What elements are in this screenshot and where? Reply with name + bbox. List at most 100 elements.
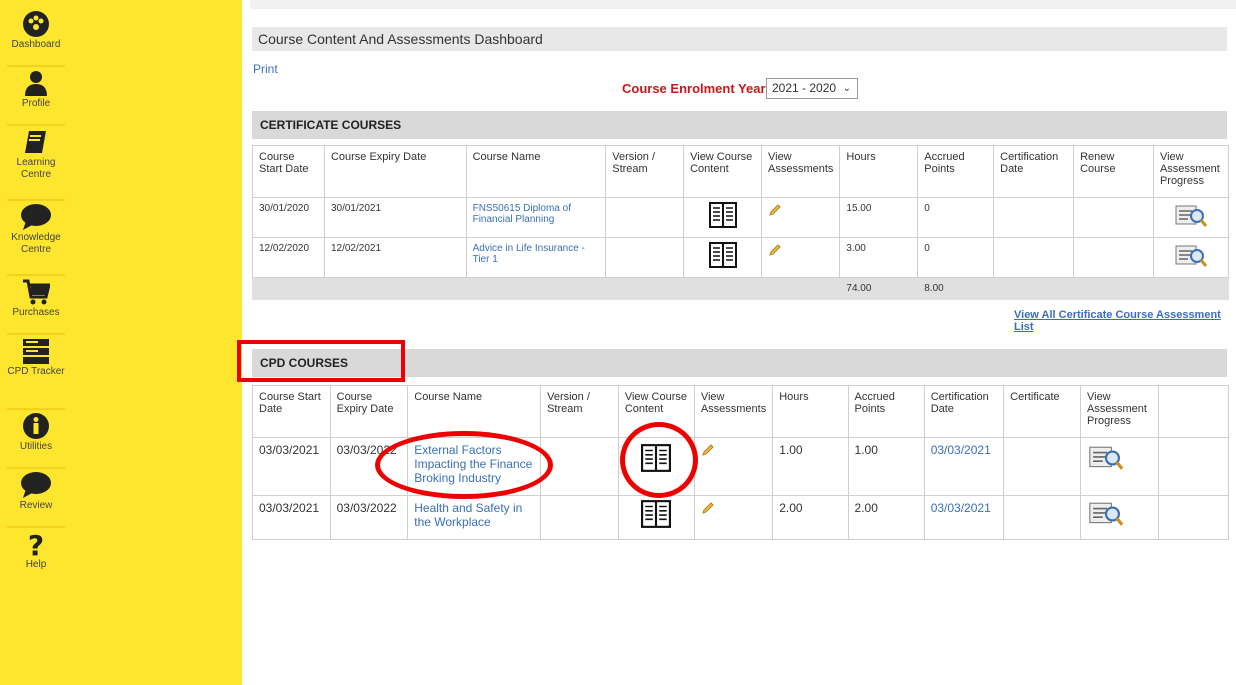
column-header: Certificate [1003,385,1081,438]
nav-help[interactable]: ? Help [7,528,65,585]
pencil-icon[interactable] [768,203,782,217]
accrued-points: 2.00 [847,495,925,540]
certificate-courses-header: CERTIFICATE COURSES [252,111,1227,139]
start-date: 03/03/2021 [252,495,331,540]
sidebar: Dashboard Profile Learning Centre Knowle… [0,0,242,685]
tracker-icon [23,339,49,364]
nav-profile[interactable]: Profile [7,67,65,126]
accrued-points: 0 [917,197,995,238]
certificate-courses-table: Course Start Date Course Expiry Date Cou… [252,145,1230,300]
certificate [1003,437,1081,496]
pencil-icon[interactable] [701,501,715,515]
column-header: Accrued Points [917,145,995,198]
version-stream [605,237,685,278]
nav-label: Purchases [12,307,60,318]
assessment-progress-icon[interactable] [1174,203,1208,229]
column-header: Course Name [407,385,542,438]
column-header: View Assessments [693,385,774,438]
totals-row: 74.00 8.00 [252,277,1230,300]
help-icon: ? [28,530,44,558]
book-icon[interactable] [708,242,737,268]
nav-label: Knowledge Centre [11,232,61,255]
certification-date [993,237,1075,278]
hours: 1.00 [772,437,849,496]
nav-label: Utilities [19,441,53,452]
course-name-link[interactable]: FNS50615 Diploma of Financial Planning [473,203,571,225]
assessment-progress-icon[interactable] [1174,243,1208,269]
certification-date [993,197,1075,238]
print-link[interactable]: Print [253,62,278,76]
column-header: View Assessment Progress [1152,145,1230,198]
column-header: Course Expiry Date [329,385,409,438]
chat-bubble-icon [21,204,51,230]
renew-course [1073,197,1154,238]
nav-purchases[interactable]: Purchases [7,276,65,335]
accrued-points: 1.00 [847,437,925,496]
column-header-empty [1157,385,1230,438]
nav-dashboard[interactable]: Dashboard [7,8,65,67]
pencil-icon[interactable] [768,243,782,257]
column-header: View Assessment Progress [1079,385,1159,438]
enrolment-year-select[interactable]: 2021 - 2020 ⌄ [766,78,858,99]
course-name-link[interactable]: Health and Safety in the Workplace [414,501,522,529]
side-nav: Dashboard Profile Learning Centre Knowle… [7,8,65,585]
column-header: Accrued Points [847,385,925,438]
cart-icon [23,279,50,305]
version-stream [605,197,685,238]
column-header: Hours [772,385,849,438]
table-row: 30/01/2020 30/01/2021 FNS50615 Diploma o… [252,197,1230,238]
nav-review[interactable]: Review [7,469,65,528]
expiry-date: 12/02/2021 [323,237,467,278]
dashboard-icon [23,11,49,37]
accrued-points: 0 [917,237,995,278]
pencil-icon[interactable] [701,443,715,457]
certification-date-link[interactable]: 03/03/2021 [931,443,991,457]
book-icon[interactable] [641,500,672,528]
renew-course [1073,237,1154,278]
column-header: Version / Stream [605,145,685,198]
user-icon [25,71,47,96]
table-header-row: Course Start Date Course Expiry Date Cou… [252,385,1230,438]
hours: 15.00 [839,197,919,238]
hours: 3.00 [839,237,919,278]
column-header: View Course Content [683,145,762,198]
enrolment-year-value: 2021 - 2020 [772,81,837,95]
certificate [1003,495,1081,540]
assessment-progress-icon[interactable] [1087,500,1125,528]
book-icon [25,131,46,153]
view-all-assessments-link[interactable]: View All Certificate Course Assessment L… [1014,309,1236,333]
certification-date-link[interactable]: 03/03/2021 [931,501,991,515]
nav-label: CPD Tracker [7,366,65,377]
column-header: Course Start Date [252,385,331,438]
total-hours: 74.00 [839,277,919,300]
column-header: Course Start Date [252,145,325,198]
table-row: 12/02/2020 12/02/2021 Advice in Life Ins… [252,237,1230,278]
expiry-date: 03/03/2022 [329,495,409,540]
column-header: Course Expiry Date [323,145,467,198]
nav-label: Help [25,559,47,570]
column-header: Course Name [465,145,607,198]
book-icon[interactable] [708,202,737,228]
start-date: 12/02/2020 [252,237,325,278]
chevron-down-icon: ⌄ [842,83,851,94]
nav-label: Review [19,500,53,511]
course-name-link[interactable]: Advice in Life Insurance - Tier 1 [473,243,585,265]
column-header: View Assessments [760,145,841,198]
column-header: Renew Course [1073,145,1154,198]
nav-learning-centre[interactable]: Learning Centre [7,126,65,201]
table-header-row: Course Start Date Course Expiry Date Cou… [252,145,1230,198]
nav-label: Profile [21,98,51,109]
hours: 2.00 [772,495,849,540]
page-title: Course Content And Assessments Dashboard [252,27,1227,51]
version-stream [540,495,619,540]
column-header: Version / Stream [540,385,619,438]
nav-knowledge-centre[interactable]: Knowledge Centre [7,201,65,276]
highlight-circle-course-name [375,431,553,499]
column-header: Certification Date [923,385,1005,438]
nav-utilities[interactable]: Utilities [7,410,65,469]
assessment-progress-icon[interactable] [1087,444,1125,472]
top-bar [250,0,1236,9]
table-row: 03/03/2021 03/03/2022 Health and Safety … [252,495,1230,540]
start-date: 30/01/2020 [252,197,325,238]
nav-cpd-tracker[interactable]: CPD Tracker [7,335,65,410]
